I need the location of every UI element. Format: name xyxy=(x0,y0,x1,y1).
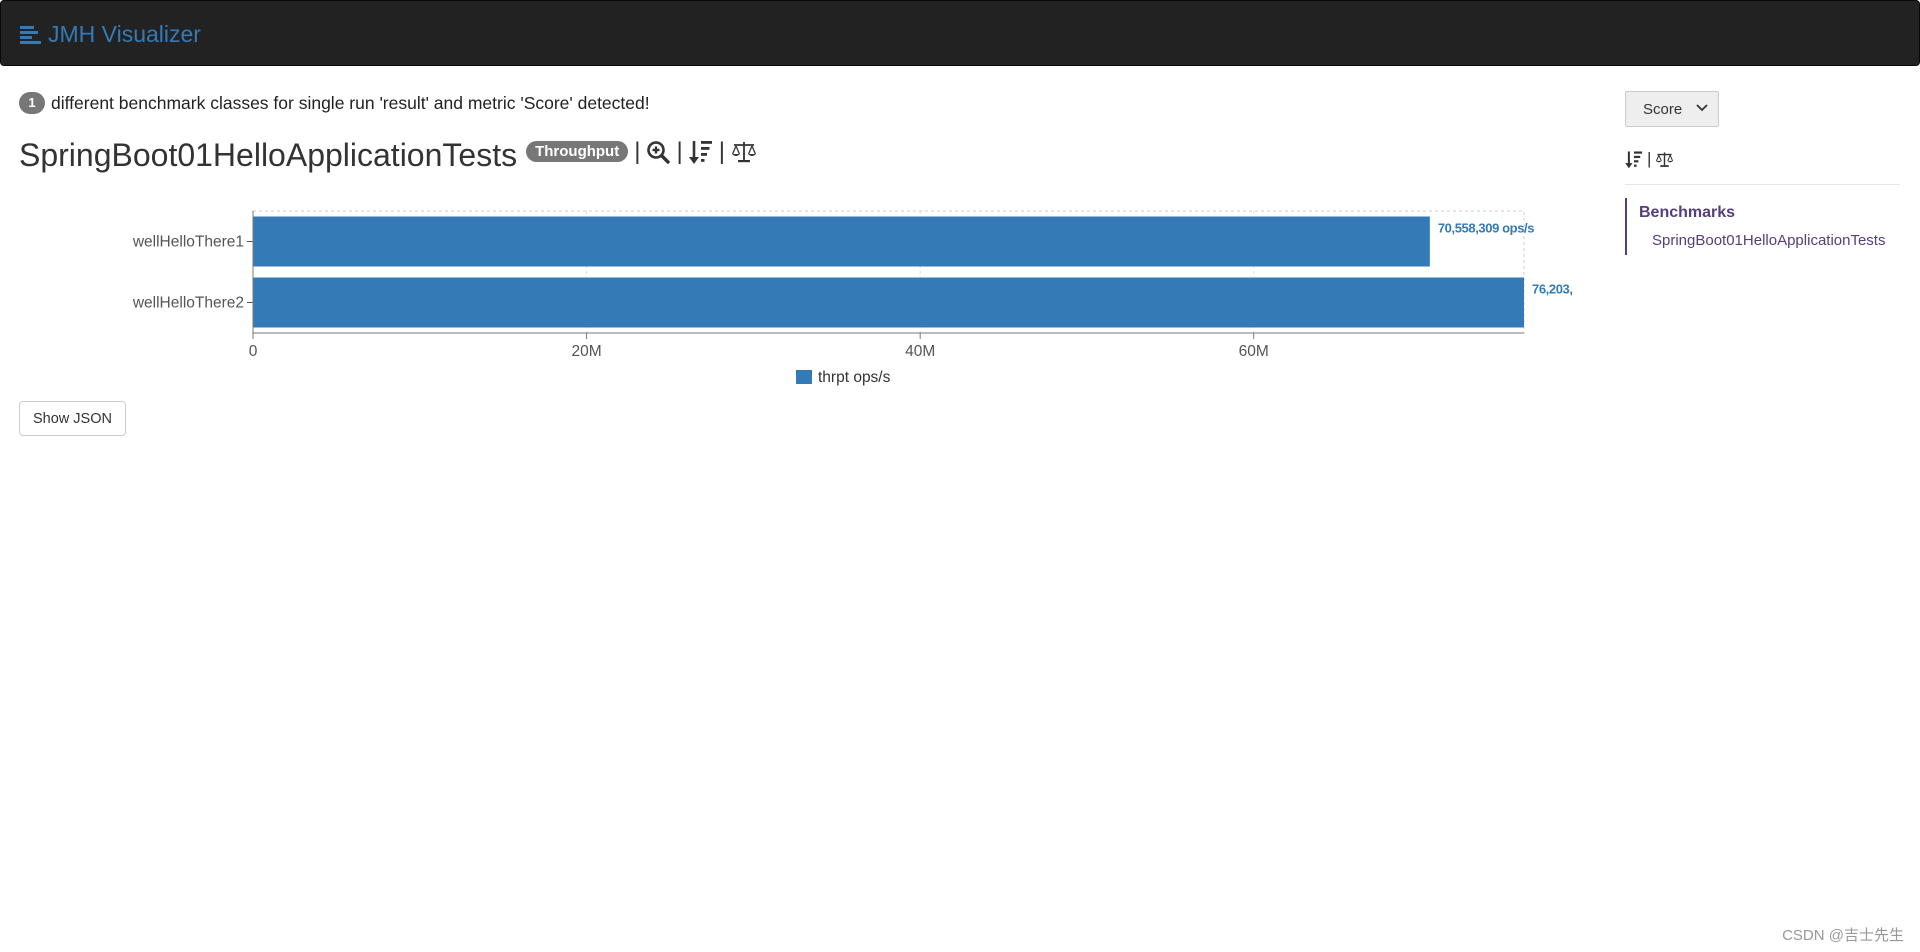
chart-legend[interactable]: thrpt ops/s xyxy=(796,369,891,386)
benchmark-nav-link[interactable]: SpringBoot01HelloApplicationTests xyxy=(1652,232,1885,249)
mode-badge: Throughput xyxy=(526,141,629,162)
balance-scale-icon[interactable] xyxy=(731,140,757,164)
show-json-button[interactable]: Show JSON xyxy=(19,401,126,436)
class-count-badge: 1 xyxy=(19,92,45,114)
summary-text: different benchmark classes for single r… xyxy=(51,92,650,113)
x-tick-label: 0 xyxy=(249,343,258,360)
brand-link[interactable]: JMH Visualizer xyxy=(20,21,201,48)
metric-select-value: Score xyxy=(1643,100,1683,118)
chevron-down-icon xyxy=(1696,104,1708,112)
separator: | xyxy=(634,137,641,165)
list-icon xyxy=(20,25,41,44)
benchmarks-nav-title: Benchmarks xyxy=(1639,204,1736,221)
sort-amount-desc-icon[interactable] xyxy=(688,139,713,165)
x-tick-label: 60M xyxy=(1239,343,1269,360)
separator: | xyxy=(676,137,683,165)
benchmarks-nav: Benchmarks SpringBoot01HelloApplicationT… xyxy=(1625,198,1885,255)
zoom-in-icon[interactable] xyxy=(646,140,671,164)
benchmark-class-title: SpringBoot01HelloApplicationTests xyxy=(19,137,518,173)
separator: | xyxy=(718,137,725,165)
summary-line: 1 different benchmark classes for single… xyxy=(19,92,650,114)
bar-value-label: 70,558,309 ops/s xyxy=(1438,221,1534,236)
category-label: wellHelloThere2 xyxy=(132,295,244,312)
bar-value-label: 76,203, xyxy=(1532,282,1573,297)
legend-label[interactable]: thrpt ops/s xyxy=(818,369,891,386)
sort-amount-desc-icon[interactable] xyxy=(1625,150,1643,169)
x-tick-label: 40M xyxy=(905,343,935,360)
x-tick-label: 20M xyxy=(572,343,602,360)
bar[interactable] xyxy=(253,277,1524,328)
brand-label: JMH Visualizer xyxy=(48,21,201,47)
category-label: wellHelloThere1 xyxy=(132,234,244,251)
benchmark-title-row: SpringBoot01HelloApplicationTests Throug… xyxy=(19,137,757,174)
metric-select[interactable]: Score xyxy=(1625,91,1719,127)
bars-group: 70,558,309 ops/s 76,203, xyxy=(253,216,1573,328)
top-navbar: JMH Visualizer xyxy=(0,0,1920,66)
watermark: CSDN @吉士先生 xyxy=(1782,927,1904,944)
benchmark-bar-chart: 70,558,309 ops/s76,203, wellHelloThere1w… xyxy=(132,210,1573,386)
sidebar-divider xyxy=(1625,184,1900,185)
sidebar-tools: | xyxy=(1625,149,1674,169)
legend-swatch[interactable] xyxy=(796,370,812,384)
balance-scale-icon[interactable] xyxy=(1655,151,1674,168)
category-labels: wellHelloThere1 wellHelloThere2 xyxy=(132,234,253,312)
bar[interactable] xyxy=(253,216,1430,267)
separator: | xyxy=(1647,149,1652,168)
